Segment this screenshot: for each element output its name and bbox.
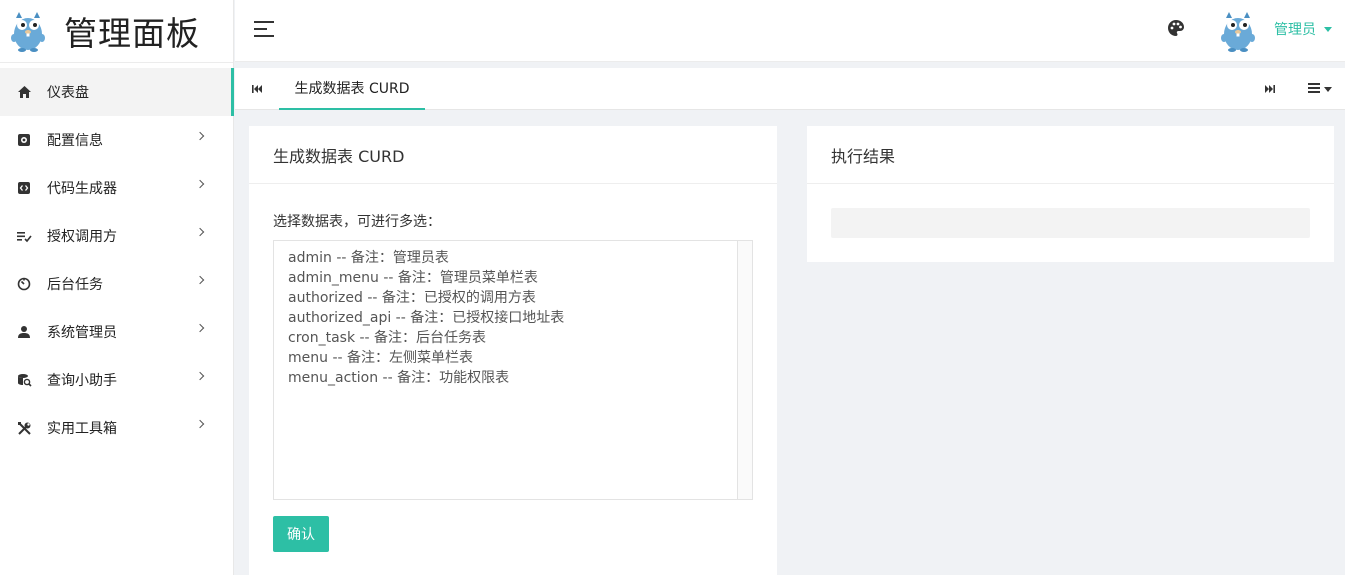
sidebar-item-config[interactable]: 配置信息: [0, 116, 233, 164]
tools-icon: [16, 420, 32, 436]
table-option[interactable]: authorized_api -- 备注：已授权接口地址表: [288, 308, 752, 328]
table-option[interactable]: admin -- 备注：管理员表: [288, 248, 752, 268]
sidebar-item-admin-users[interactable]: 系统管理员: [0, 308, 233, 356]
gopher-logo-icon: [11, 12, 45, 52]
result-output: [831, 208, 1310, 238]
table-multiselect[interactable]: admin -- 备注：管理员表 admin_menu -- 备注：管理员菜单栏…: [273, 240, 753, 500]
sidebar-item-label: 后台任务: [47, 277, 103, 293]
card-title: 执行结果: [807, 126, 1334, 184]
table-select-label: 选择数据表，可进行多选：: [273, 214, 441, 230]
table-option[interactable]: cron_task -- 备注：后台任务表: [288, 328, 752, 348]
sidebar-item-label: 系统管理员: [47, 325, 117, 341]
tabs-bar: 生成数据表 CURD: [231, 68, 1345, 114]
database-search-icon: [16, 372, 32, 388]
list-icon: [1308, 83, 1320, 95]
settings-box-icon: [16, 132, 32, 148]
scrollbar[interactable]: [737, 241, 752, 499]
sidebar-item-label: 仪表盘: [47, 85, 89, 101]
generate-curd-card: 生成数据表 CURD 选择数据表，可进行多选： admin -- 备注：管理员表…: [249, 126, 777, 575]
tab-label: 生成数据表 CURD: [294, 81, 410, 97]
table-option[interactable]: authorized -- 备注：已授权的调用方表: [288, 288, 752, 308]
list-check-icon: [16, 228, 32, 244]
active-indicator: [231, 68, 234, 114]
chevron-right-icon: [195, 179, 205, 189]
sidebar-item-label: 授权调用方: [47, 229, 117, 245]
option-list: admin -- 备注：管理员表 admin_menu -- 备注：管理员菜单栏…: [274, 241, 752, 388]
caret-down-icon: [1324, 27, 1332, 32]
brand: 管理面板: [0, 0, 233, 63]
table-option[interactable]: menu -- 备注：左侧菜单栏表: [288, 348, 752, 368]
confirm-button[interactable]: 确认: [273, 516, 329, 552]
sidebar-item-toolbox[interactable]: 实用工具箱: [0, 404, 233, 452]
skip-forward-icon[interactable]: [1263, 82, 1277, 96]
user-name: 管理员: [1274, 22, 1316, 38]
result-card: 执行结果: [807, 126, 1334, 262]
sidebar-item-label: 实用工具箱: [47, 421, 117, 437]
skip-back-icon[interactable]: [250, 82, 264, 96]
palette-icon[interactable]: [1167, 19, 1185, 37]
chevron-right-icon: [195, 275, 205, 285]
chevron-right-icon: [195, 323, 205, 333]
chevron-right-icon: [195, 371, 205, 381]
user-dropdown[interactable]: 管理员: [1274, 19, 1332, 39]
sidebar-item-query-helper[interactable]: 查询小助手: [0, 356, 233, 404]
tab-generate-curd[interactable]: 生成数据表 CURD: [279, 68, 425, 110]
card-title: 生成数据表 CURD: [249, 126, 777, 184]
chevron-right-icon: [195, 131, 205, 141]
timer-icon: [16, 276, 32, 292]
table-option[interactable]: admin_menu -- 备注：管理员菜单栏表: [288, 268, 752, 288]
top-header: 管理员: [235, 0, 1345, 62]
sidebar-menu: 仪表盘 配置信息 代码生成器 授权调用方 后台任务 系统管理员 查询小助手 实用…: [0, 68, 234, 452]
chevron-right-icon: [195, 227, 205, 237]
sidebar-item-authorized[interactable]: 授权调用方: [0, 212, 233, 260]
menu-toggle-icon[interactable]: [254, 21, 274, 37]
chevron-right-icon: [195, 419, 205, 429]
caret-down-icon: [1324, 86, 1332, 92]
sidebar-item-label: 代码生成器: [47, 181, 117, 197]
table-option[interactable]: menu_action -- 备注：功能权限表: [288, 368, 752, 388]
sidebar-item-label: 配置信息: [47, 133, 103, 149]
avatar[interactable]: [1219, 10, 1257, 52]
sidebar: 管理面板 仪表盘 配置信息 代码生成器 授权调用方 后台任务 系统管理员 查询小…: [0, 0, 234, 575]
user-icon: [16, 324, 32, 340]
sidebar-item-label: 查询小助手: [47, 373, 117, 389]
sidebar-item-dashboard[interactable]: 仪表盘: [0, 68, 234, 116]
sidebar-item-cron-task[interactable]: 后台任务: [0, 260, 233, 308]
home-icon: [16, 84, 32, 100]
code-icon: [16, 180, 32, 196]
sidebar-item-code-generator[interactable]: 代码生成器: [0, 164, 233, 212]
tabs-menu-dropdown[interactable]: [1308, 82, 1336, 96]
brand-title: 管理面板: [64, 14, 200, 53]
